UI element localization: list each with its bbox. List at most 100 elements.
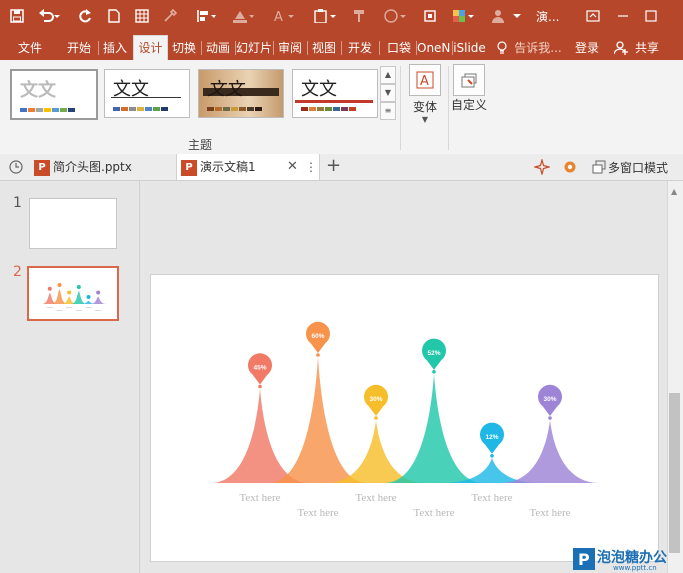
new-file-icon[interactable]	[104, 4, 124, 28]
eyedropper-icon[interactable]	[160, 4, 180, 28]
doc-tab-presentation1[interactable]: P 演示文稿1 ✕ ⋮	[176, 154, 320, 180]
themes-group-label: 主题	[188, 138, 213, 152]
new-tab-plus-icon[interactable]: +	[326, 155, 341, 176]
tab-pocket[interactable]: 口袋	[383, 36, 415, 60]
format-painter-icon[interactable]	[350, 4, 370, 28]
peak-dot-3	[374, 416, 378, 420]
theme-color-strip	[113, 107, 168, 111]
svg-text:A: A	[420, 74, 429, 89]
scrollbar-thumb[interactable]	[669, 393, 680, 553]
ribbon-display-icon[interactable]	[582, 4, 604, 28]
mini-pin-1	[47, 286, 52, 291]
theme-glyph: 文文	[301, 79, 337, 100]
tab-insert[interactable]: 插入	[99, 36, 131, 60]
undo-icon[interactable]	[34, 4, 64, 28]
tab-view[interactable]: 视图	[308, 36, 340, 60]
annotation-2: Text here	[297, 507, 338, 519]
watermark-url: www.pptt.cn	[613, 564, 657, 572]
annotation-4: Text here	[413, 507, 454, 519]
magic-icon[interactable]	[532, 157, 552, 178]
value-label-5: 12%	[485, 434, 498, 441]
mini-pin-3	[67, 290, 72, 295]
current-slide[interactable]: 45% Text here 60% Text here 30% Text here 52% T…	[150, 274, 659, 562]
annotation-6: Text here	[529, 507, 570, 519]
peak-dot-4	[432, 370, 436, 374]
settings-gear-icon[interactable]	[562, 159, 578, 178]
share-button[interactable]: 共享	[632, 36, 662, 60]
slide-thumbnail-panel: 1 2	[0, 181, 140, 573]
theme-2[interactable]: 文文	[104, 69, 190, 118]
document-tab-bar: P 简介头图.pptx P 演示文稿1 ✕ ⋮ + 多窗口模式	[0, 154, 683, 181]
annotation-3: Text here	[355, 492, 396, 504]
table-icon[interactable]	[132, 4, 152, 28]
slide-thumbnail-2[interactable]	[27, 266, 119, 321]
slide-thumbnail-1[interactable]	[29, 198, 117, 249]
tab-slideshow[interactable]: 幻灯片	[236, 36, 272, 60]
variants-icon: A	[409, 64, 441, 96]
peak-dot-5	[490, 454, 494, 458]
tab-islide[interactable]: iSlide	[453, 36, 486, 60]
restore-icon[interactable]	[640, 4, 662, 28]
theme-office[interactable]: 文文	[10, 69, 98, 120]
watermark-mark-icon: P	[573, 548, 595, 570]
qat-more-icon[interactable]	[512, 4, 522, 28]
save-icon[interactable]	[6, 4, 28, 28]
theme-color-strip	[207, 107, 262, 111]
share-person-icon	[613, 41, 628, 58]
slide-number: 1	[13, 195, 22, 211]
customize-button[interactable]: 自定义	[451, 64, 487, 112]
variants-button[interactable]: A 变体 ▼	[406, 64, 444, 124]
tab-animations[interactable]: 动画	[202, 36, 234, 60]
peak-4	[70, 291, 88, 304]
theme-glyph: 文文	[20, 80, 56, 101]
variants-label: 变体	[412, 100, 437, 114]
lightbulb-icon	[496, 41, 508, 58]
color-icon[interactable]	[448, 4, 478, 28]
tab-transitions[interactable]: 切换	[168, 36, 200, 60]
mini-chart-preview	[41, 283, 107, 311]
theme-4[interactable]: 文文	[292, 69, 378, 118]
paste-icon[interactable]	[310, 4, 340, 28]
font-color-icon[interactable]: A	[268, 4, 298, 28]
peak-2	[51, 289, 68, 304]
tab-home[interactable]: 开始	[62, 36, 96, 60]
tab-file[interactable]: 文件	[12, 36, 48, 60]
history-icon[interactable]	[8, 159, 24, 178]
shape-fill-icon[interactable]	[228, 4, 258, 28]
multi-window-mode-button[interactable]: 多窗口模式	[608, 159, 668, 176]
doc-tab-intro[interactable]: P 简介头图.pptx	[34, 154, 172, 180]
peak-2	[268, 357, 368, 483]
tell-me-box[interactable]: 告诉我...	[512, 36, 564, 60]
doc-tab-label: 演示文稿1	[200, 160, 256, 174]
themes-scroll-up-button[interactable]: ▲	[380, 66, 396, 84]
more-vertical-icon[interactable]: ⋮	[305, 154, 317, 180]
minimize-icon[interactable]	[612, 4, 634, 28]
theme-glyph: 文文	[207, 79, 243, 100]
themes-scroll-down-button[interactable]: ▼	[380, 84, 396, 102]
tab-design[interactable]: 设计	[133, 35, 168, 61]
person-icon[interactable]	[488, 4, 508, 28]
close-icon[interactable]: ✕	[287, 154, 298, 180]
peak-chart: 45% Text here 60% Text here 30% Text here 52% T…	[210, 321, 600, 519]
themes-more-button[interactable]: ≡	[380, 102, 396, 120]
ribbon-tab-bar: 文件 开始 插入 设计 切换 动画 幻灯片 审阅 视图 开发 口袋 OneNot…	[0, 32, 683, 61]
svg-text:A: A	[274, 10, 283, 23]
tab-developer[interactable]: 开发	[342, 36, 378, 60]
peak-dot-2	[316, 353, 320, 357]
tab-review[interactable]: 审阅	[274, 36, 306, 60]
title-bar: A 演...	[0, 0, 683, 32]
chevron-down-icon: ▼	[421, 115, 429, 124]
value-label-2: 60%	[311, 333, 324, 340]
value-label-1: 45%	[253, 365, 266, 372]
mini-pin-5	[86, 295, 91, 299]
redo-icon[interactable]	[74, 4, 96, 28]
crop-icon[interactable]	[420, 4, 440, 28]
align-icon[interactable]	[192, 4, 220, 28]
scroll-up-arrow-icon[interactable]: ▲	[671, 187, 677, 196]
shape-icon[interactable]	[380, 4, 410, 28]
customize-icon	[453, 64, 485, 96]
sign-in-link[interactable]: 登录	[572, 36, 602, 60]
mini-pin-2	[57, 283, 62, 287]
theme-3[interactable]: 文文	[198, 69, 284, 118]
tab-onenote[interactable]: OneNote	[417, 36, 451, 60]
